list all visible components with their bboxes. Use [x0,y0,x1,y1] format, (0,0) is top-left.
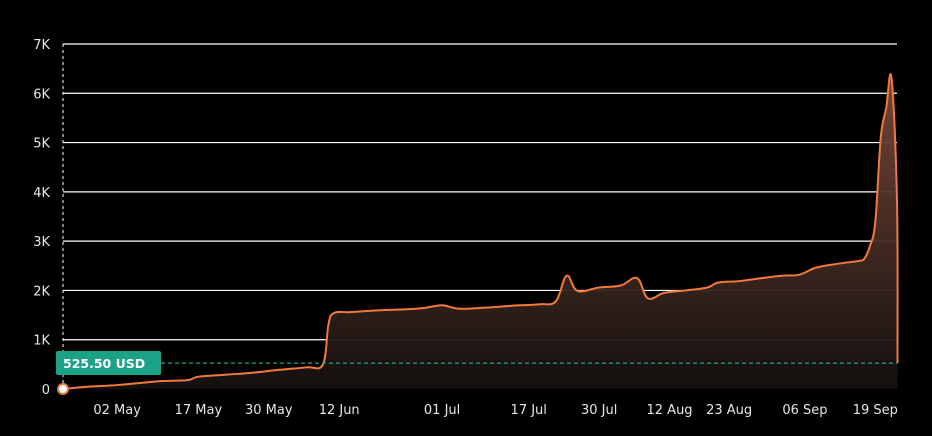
value-badge-label: 525.50 USD [63,356,145,371]
x-tick-labels: 02 May 17 May 30 May 12 Jun 01 Jul 17 Jul 30 J… [93,403,898,418]
y-tick-label: 5K [33,137,50,152]
y-tick-label: 1K [33,334,50,349]
x-tick-label: 01 Jul [424,403,460,418]
y-tick-label: 6K [33,87,50,102]
series-start-point [57,383,69,395]
x-tick-label: 19 Sep [853,403,898,418]
y-tick-label: 3K [33,235,50,250]
x-tick-label: 02 May [93,403,141,418]
x-tick-label: 30 Jul [581,403,617,418]
x-tick-label: 06 Sep [782,403,827,418]
y-tick-labels: 0 1K 2K 3K 4K 5K 6K 7K [33,38,50,398]
chart: 0 1K 2K 3K 4K 5K 6K 7K 02 May 17 May 30 May 12 Jun… [33,38,899,418]
y-tick-label: 7K [33,38,50,53]
x-tick-label: 30 May [245,403,293,418]
y-tick-label: 4K [33,186,50,201]
y-tick-label: 0 [42,383,50,398]
x-tick-label: 23 Aug [706,403,752,418]
x-tick-label: 12 Jun [319,403,360,418]
x-tick-label: 12 Aug [647,403,693,418]
value-badge: 525.50 USD [56,351,161,375]
series-area [57,73,899,395]
x-tick-label: 17 May [175,403,223,418]
y-tick-label: 2K [33,284,50,299]
x-tick-label: 17 Jul [511,403,547,418]
series-area-fill [63,74,898,389]
